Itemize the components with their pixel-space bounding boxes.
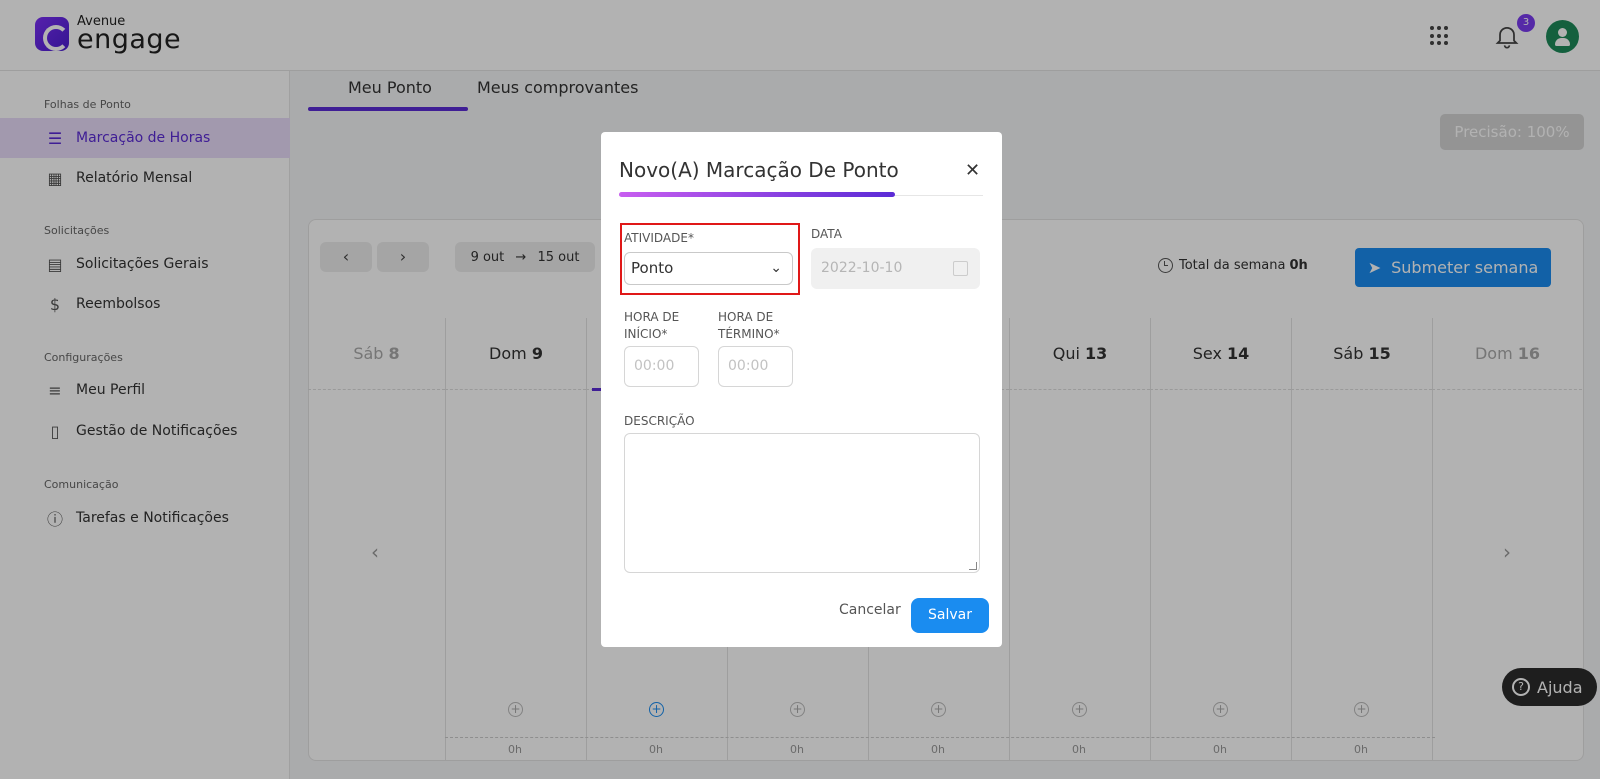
activity-value: Ponto	[631, 259, 674, 277]
start-time-label-line1: HORA DE	[624, 310, 680, 324]
end-time-label-line2: TÉRMINO*	[718, 327, 780, 341]
title-accent-bar	[619, 192, 895, 197]
close-icon[interactable]: ✕	[965, 160, 980, 181]
start-time-input[interactable]: 00:00	[624, 346, 699, 387]
resize-handle-icon[interactable]	[969, 562, 977, 570]
date-label: DATA	[811, 227, 842, 241]
save-button[interactable]: Salvar	[911, 598, 989, 633]
calendar-icon	[953, 261, 968, 276]
start-time-label: HORA DE INÍCIO*	[624, 309, 679, 343]
end-time-input[interactable]: 00:00	[718, 346, 793, 387]
date-value: 2022-10-10	[821, 260, 903, 276]
new-time-entry-modal: Novo(A) Marcação De Ponto ✕ ATIVIDADE* P…	[601, 132, 1002, 647]
date-field: 2022-10-10	[811, 248, 980, 289]
cancel-button[interactable]: Cancelar	[839, 602, 901, 618]
start-time-label-line2: INÍCIO*	[624, 327, 668, 341]
activity-label: ATIVIDADE*	[624, 231, 694, 245]
end-time-label: HORA DE TÉRMINO*	[718, 309, 780, 343]
modal-title: Novo(A) Marcação De Ponto	[619, 158, 899, 182]
description-textarea[interactable]	[624, 433, 980, 573]
activity-select[interactable]: Ponto ⌄	[624, 252, 793, 285]
chevron-down-icon: ⌄	[770, 260, 782, 276]
end-time-label-line1: HORA DE	[718, 310, 774, 324]
description-label: DESCRIÇÃO	[624, 414, 695, 428]
